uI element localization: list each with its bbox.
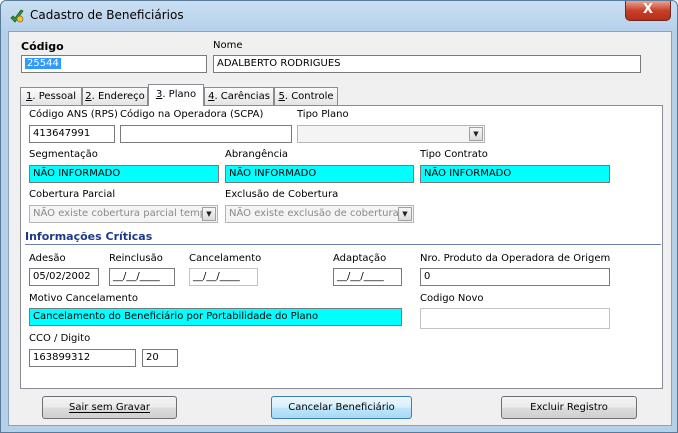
codigo-field[interactable]: 25544 <box>21 55 207 73</box>
codigo-novo-label: Codigo Novo <box>420 293 484 304</box>
cobertura-parcial-select[interactable]: NÃO existe cobertura parcial temp ▼ <box>29 205 218 223</box>
cancelamento-label: Cancelamento <box>189 253 262 264</box>
adaptacao-field[interactable]: __/__/____ <box>333 268 402 286</box>
tab-carencias[interactable]: 4. Carências <box>204 87 274 105</box>
tab-plano[interactable]: 3. Plano <box>148 84 204 106</box>
sair-sem-gravar-button[interactable]: Sair sem Gravar <box>42 396 177 419</box>
codigo-value: 25544 <box>25 58 61 69</box>
section-divider <box>25 244 661 245</box>
nro-produto-label: Nro. Produto da Operadora de Origem <box>420 253 611 264</box>
exclusao-cobertura-select[interactable]: NÃO existe exclusão de cobertura ▼ <box>225 205 414 223</box>
codigo-ans-label: Código ANS (RPS) <box>29 109 118 120</box>
codigo-novo-field[interactable] <box>420 308 610 329</box>
segmentacao-label: Segmentação <box>29 149 98 160</box>
form-client-area: Código 25544 Nome ADALBERTO RODRIGUES 1.… <box>8 31 672 426</box>
codigo-ans-field[interactable]: 413647991 <box>29 125 115 143</box>
reinclusao-label: Reinclusão <box>109 253 163 264</box>
section-title-criticas: Informações Críticas <box>25 230 153 243</box>
chevron-down-icon: ▼ <box>398 207 412 221</box>
chevron-down-icon: ▼ <box>469 127 483 141</box>
motivo-cancelamento-label: Motivo Cancelamento <box>29 293 138 304</box>
cancelar-beneficiario-button[interactable]: Cancelar Beneficiário <box>271 396 412 419</box>
codigo-operadora-field[interactable] <box>120 125 292 143</box>
cobertura-parcial-label: Cobertura Parcial <box>29 189 116 200</box>
abrangencia-label: Abrangência <box>225 149 289 160</box>
nome-label: Nome <box>213 40 243 51</box>
adesao-label: Adesão <box>29 253 66 264</box>
tipo-contrato-field[interactable]: NÃO INFORMADO <box>420 165 610 183</box>
close-button[interactable]: X <box>625 1 671 21</box>
tipo-contrato-label: Tipo Contrato <box>420 149 488 160</box>
adaptacao-label: Adaptação <box>333 253 387 264</box>
adesao-field[interactable]: 05/02/2002 <box>29 268 99 286</box>
cancelamento-field[interactable]: __/__/____ <box>189 268 258 286</box>
app-icon <box>10 9 24 23</box>
segmentacao-field[interactable]: NÃO INFORMADO <box>29 165 219 183</box>
tipo-plano-label: Tipo Plano <box>297 109 349 120</box>
tipo-plano-select[interactable]: ▼ <box>297 125 485 143</box>
title-bar[interactable]: Cadastro de Beneficiários X <box>1 1 677 31</box>
tab-endereco[interactable]: 2. Endereço <box>82 87 148 105</box>
chevron-down-icon: ▼ <box>202 207 216 221</box>
nome-field[interactable]: ADALBERTO RODRIGUES <box>213 55 641 73</box>
reinclusao-field[interactable]: __/__/____ <box>109 268 175 286</box>
abrangencia-field[interactable]: NÃO INFORMADO <box>225 165 414 183</box>
cco-label: CCO / Digito <box>29 333 91 344</box>
motivo-cancelamento-field[interactable]: Cancelamento do Beneficiário por Portabi… <box>29 308 402 326</box>
codigo-operadora-label: Código na Operadora (SCPA) <box>120 109 264 120</box>
tab-pessoal[interactable]: 1. Pessoal <box>20 87 82 105</box>
cco-field[interactable]: 163899312 <box>29 349 136 367</box>
tab-controle[interactable]: 5. Controle <box>274 87 338 105</box>
codigo-label: Código <box>21 40 64 53</box>
nro-produto-field[interactable]: 0 <box>420 268 610 286</box>
close-icon: X <box>642 2 654 17</box>
tab-strip: 1. Pessoal 2. Endereço 3. Plano 4. Carên… <box>20 84 350 106</box>
digito-field[interactable]: 20 <box>142 349 178 367</box>
tab-panel-plano: Código ANS (RPS) 413647991 Código na Ope… <box>20 105 663 389</box>
window: Cadastro de Beneficiários X Código 25544… <box>0 0 678 433</box>
exclusao-cobertura-label: Exclusão de Cobertura <box>225 189 339 200</box>
window-title: Cadastro de Beneficiários <box>30 8 184 22</box>
excluir-registro-button[interactable]: Excluir Registro <box>501 396 637 419</box>
